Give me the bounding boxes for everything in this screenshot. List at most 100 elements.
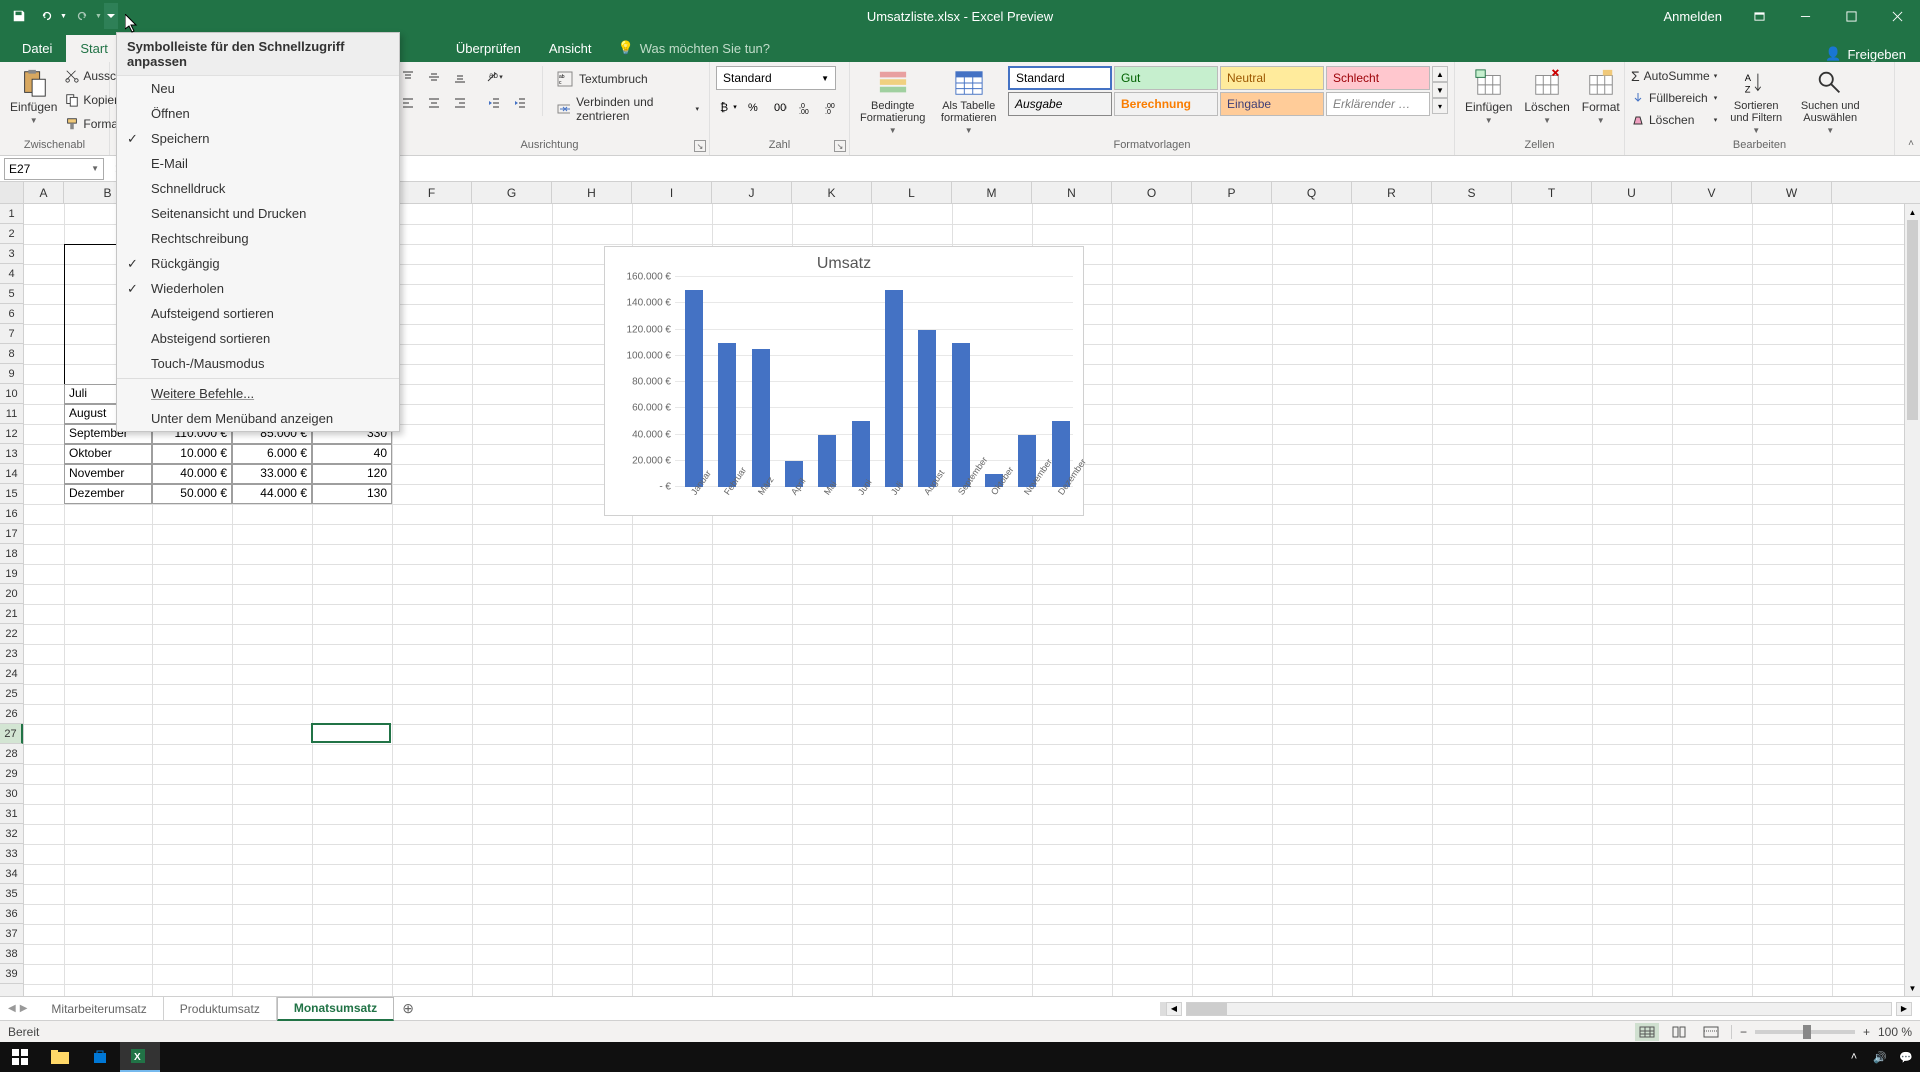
row-header-1[interactable]: 1 (0, 204, 23, 224)
row-header-16[interactable]: 16 (0, 504, 23, 524)
qat-menu-item[interactable]: Speichern (117, 126, 399, 151)
row-header-35[interactable]: 35 (0, 884, 23, 904)
file-explorer-icon[interactable] (40, 1042, 80, 1072)
qat-menu-item[interactable]: Unter dem Menüband anzeigen (117, 406, 399, 431)
align-bottom-icon[interactable] (448, 66, 472, 88)
hscroll-right-icon[interactable]: ▶ (1896, 1002, 1912, 1016)
row-header-34[interactable]: 34 (0, 864, 23, 884)
scroll-down-icon[interactable]: ▼ (1905, 980, 1920, 996)
active-cell[interactable] (311, 723, 391, 743)
style-standard[interactable]: Standard (1008, 66, 1112, 90)
tell-me-search[interactable]: 💡 Was möchten Sie tun? (606, 34, 783, 62)
customize-qat-button[interactable] (104, 3, 118, 29)
row-header-14[interactable]: 14 (0, 464, 23, 484)
clear-button[interactable]: Löschen▾ (1631, 110, 1717, 130)
tab-start[interactable]: Start (66, 35, 121, 62)
delete-cells-button[interactable]: Löschen▼ (1520, 66, 1573, 127)
column-header-A[interactable]: A (24, 182, 64, 203)
style-eingabe[interactable]: Eingabe (1220, 92, 1324, 116)
table-cell[interactable]: 50.000 € (152, 484, 232, 504)
column-header-P[interactable]: P (1192, 182, 1272, 203)
row-header-8[interactable]: 8 (0, 344, 23, 364)
align-middle-icon[interactable] (422, 66, 446, 88)
signin-link[interactable]: Anmelden (1649, 0, 1736, 32)
row-header-18[interactable]: 18 (0, 544, 23, 564)
store-icon[interactable] (80, 1042, 120, 1072)
tray-notifications-icon[interactable]: 💬 (1896, 1047, 1916, 1067)
styles-scroll-up-icon[interactable]: ▲ (1432, 66, 1448, 82)
row-header-12[interactable]: 12 (0, 424, 23, 444)
column-header-W[interactable]: W (1752, 182, 1832, 203)
qat-menu-item[interactable]: E-Mail (117, 151, 399, 176)
tab-datei[interactable]: Datei (8, 35, 66, 62)
row-header-30[interactable]: 30 (0, 784, 23, 804)
column-header-O[interactable]: O (1112, 182, 1192, 203)
align-center-icon[interactable] (422, 92, 446, 114)
undo-dropdown-icon[interactable]: ▼ (60, 13, 67, 20)
column-header-H[interactable]: H (552, 182, 632, 203)
accounting-format-icon[interactable]: ₿▾ (716, 96, 740, 118)
table-cell[interactable]: 10.000 € (152, 444, 232, 464)
table-cell[interactable]: Dezember (64, 484, 152, 504)
page-layout-view-icon[interactable] (1667, 1023, 1691, 1041)
qat-menu-item[interactable]: Seitenansicht und Drucken (117, 201, 399, 226)
page-break-view-icon[interactable] (1699, 1023, 1723, 1041)
number-format-dropdown[interactable]: Standard▼ (716, 66, 836, 90)
sheet-tab[interactable]: Monatsumsatz (277, 997, 394, 1021)
row-header-37[interactable]: 37 (0, 924, 23, 944)
row-header-24[interactable]: 24 (0, 664, 23, 684)
excel-taskbar-icon[interactable]: X (120, 1042, 160, 1072)
column-header-V[interactable]: V (1672, 182, 1752, 203)
save-icon[interactable] (6, 3, 32, 29)
name-box[interactable]: E27▼ (4, 158, 104, 180)
decrease-decimal-icon[interactable]: ,00,0 (820, 96, 844, 118)
qat-menu-item[interactable]: Weitere Befehle... (117, 381, 399, 406)
qat-menu-item[interactable]: Touch-/Mausmodus (117, 351, 399, 376)
start-button[interactable] (0, 1042, 40, 1072)
formula-input[interactable] (173, 158, 1920, 180)
row-header-32[interactable]: 32 (0, 824, 23, 844)
undo-icon[interactable] (34, 3, 60, 29)
sheet-tab[interactable]: Mitarbeiterumsatz (35, 997, 163, 1021)
row-header-33[interactable]: 33 (0, 844, 23, 864)
column-header-R[interactable]: R (1352, 182, 1432, 203)
column-header-M[interactable]: M (952, 182, 1032, 203)
qat-menu-item[interactable]: Rechtschreibung (117, 226, 399, 251)
increase-decimal-icon[interactable]: ,0,00 (794, 96, 818, 118)
column-header-K[interactable]: K (792, 182, 872, 203)
sort-filter-button[interactable]: AZSortieren und Filtern▼ (1721, 66, 1791, 137)
column-header-S[interactable]: S (1432, 182, 1512, 203)
autosum-button[interactable]: ΣAutoSumme▾ (1631, 66, 1717, 86)
zoom-level[interactable]: 100 % (1878, 1025, 1912, 1039)
column-header-J[interactable]: J (712, 182, 792, 203)
row-header-21[interactable]: 21 (0, 604, 23, 624)
increase-indent-icon[interactable] (508, 92, 532, 114)
row-header-36[interactable]: 36 (0, 904, 23, 924)
normal-view-icon[interactable] (1635, 1023, 1659, 1041)
redo-dropdown-icon[interactable]: ▼ (95, 13, 102, 20)
row-header-23[interactable]: 23 (0, 644, 23, 664)
row-header-25[interactable]: 25 (0, 684, 23, 704)
column-header-Q[interactable]: Q (1272, 182, 1352, 203)
style-schlecht[interactable]: Schlecht (1326, 66, 1430, 90)
sheet-tab[interactable]: Produktumsatz (164, 997, 277, 1021)
scroll-up-icon[interactable]: ▲ (1905, 204, 1920, 220)
row-header-4[interactable]: 4 (0, 264, 23, 284)
row-header-26[interactable]: 26 (0, 704, 23, 724)
qat-menu-item[interactable]: Wiederholen (117, 276, 399, 301)
alignment-dialog-launcher-icon[interactable]: ↘ (694, 140, 706, 152)
column-header-L[interactable]: L (872, 182, 952, 203)
style-ausgabe[interactable]: Ausgabe (1008, 92, 1112, 116)
row-header-6[interactable]: 6 (0, 304, 23, 324)
qat-menu-item[interactable]: Öffnen (117, 101, 399, 126)
qat-menu-item[interactable]: Absteigend sortieren (117, 326, 399, 351)
row-header-38[interactable]: 38 (0, 944, 23, 964)
column-header-F[interactable]: F (392, 182, 472, 203)
zoom-out-icon[interactable]: − (1740, 1025, 1747, 1039)
row-header-7[interactable]: 7 (0, 324, 23, 344)
table-cell[interactable]: 130 (312, 484, 392, 504)
row-header-17[interactable]: 17 (0, 524, 23, 544)
sheet-tab-nav[interactable]: ◀▶ (0, 1003, 35, 1014)
table-cell[interactable]: 33.000 € (232, 464, 312, 484)
style-erklaerender[interactable]: Erklärender … (1326, 92, 1430, 116)
